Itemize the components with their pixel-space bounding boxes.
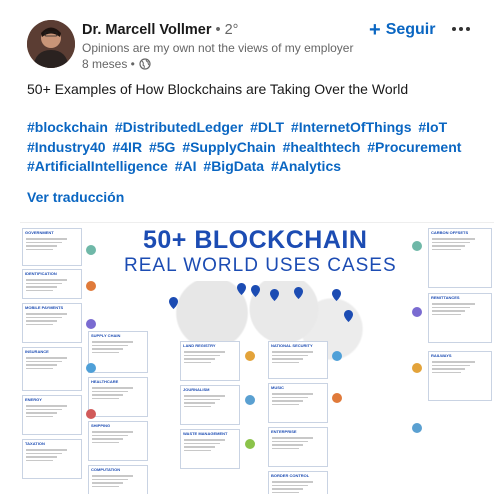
card-heading: REMITTANCES (431, 295, 460, 300)
hashtag-link[interactable]: #Procurement (367, 139, 461, 155)
card-heading: INSURANCE (25, 349, 49, 354)
hashtag-link[interactable]: #Industry40 (27, 139, 106, 155)
infographic-card: RAILWAYS (428, 351, 492, 401)
category-icon (332, 393, 342, 403)
card-heading: RAILWAYS (431, 353, 452, 358)
infographic-card: COMPUTATION (88, 465, 148, 494)
category-icon (86, 363, 96, 373)
card-heading: SHIPPING (91, 423, 111, 428)
infographic-card: SHIPPING (88, 421, 148, 461)
map-pin-icon (169, 297, 178, 309)
category-icon (412, 363, 422, 373)
hashtag-link[interactable]: #IoT (418, 119, 447, 135)
hashtag-link[interactable]: #SupplyChain (182, 139, 275, 155)
translate-link[interactable]: Ver traducción (27, 189, 124, 205)
author-avatar[interactable] (27, 20, 75, 68)
hashtag-link[interactable]: #4IR (112, 139, 142, 155)
map-pin-icon (270, 289, 279, 301)
map-pin-icon (294, 287, 303, 299)
hashtag-link[interactable]: #ArtificialIntelligence (27, 158, 168, 174)
infographic-card: IDENTIFICATION (22, 269, 82, 299)
category-icon (86, 281, 96, 291)
infographic-card: HEALTHCARE (88, 377, 148, 417)
follow-label: Seguir (385, 21, 436, 38)
category-icon (332, 351, 342, 361)
infographic-card: BORDER CONTROL (268, 471, 328, 494)
card-heading: ENERGY (25, 397, 42, 402)
card-heading: MOBILE PAYMENTS (25, 305, 64, 310)
infographic-card: JOURNALISM (180, 385, 240, 425)
card-heading: NATIONAL SECURITY (271, 343, 313, 348)
hashtag-link[interactable]: #blockchain (27, 119, 108, 135)
infographic-card: MUSIC (268, 383, 328, 423)
category-icon (245, 439, 255, 449)
map-pin-icon (332, 289, 341, 301)
follow-button[interactable]: + Seguir (369, 20, 435, 40)
card-heading: LAND REGISTRY (183, 343, 216, 348)
card-heading: ENTERPRISE (271, 429, 297, 434)
post-time: 8 meses • (82, 57, 135, 71)
infographic-card: ENERGY (22, 395, 82, 435)
hashtag-link[interactable]: #AI (175, 158, 197, 174)
hashtag-list: #blockchain #DistributedLedger #DLT #Int… (27, 118, 477, 177)
category-icon (86, 319, 96, 329)
infographic-card: INSURANCE (22, 347, 82, 391)
card-heading: JOURNALISM (183, 387, 210, 392)
infographic-card: CARBON OFFSETS (428, 228, 492, 288)
card-heading: SUPPLY CHAIN (91, 333, 121, 338)
hashtag-link[interactable]: #InternetOfThings (291, 119, 412, 135)
post-image[interactable]: 50+ BLOCKCHAIN REAL WORLD USES CASES GOV… (20, 222, 494, 494)
map-pin-icon (251, 285, 260, 297)
infographic-card: ENTERPRISE (268, 427, 328, 467)
card-heading: CARBON OFFSETS (431, 230, 469, 235)
author-headline: Opinions are my own not the views of my … (82, 41, 354, 55)
card-heading: BORDER CONTROL (271, 473, 310, 478)
category-icon (412, 423, 422, 433)
category-icon (86, 245, 96, 255)
hashtag-link[interactable]: #5G (149, 139, 175, 155)
card-heading: GOVERNMENT (25, 230, 54, 235)
infographic-card: MOBILE PAYMENTS (22, 303, 82, 343)
map-pin-icon (344, 310, 353, 322)
hashtag-link[interactable]: #healthtech (283, 139, 361, 155)
hashtag-link[interactable]: #BigData (203, 158, 264, 174)
hashtag-link[interactable]: #Analytics (271, 158, 341, 174)
author-name[interactable]: Dr. Marcell Vollmer • 2° (82, 22, 238, 38)
infographic-card: NATIONAL SECURITY (268, 341, 328, 379)
card-heading: IDENTIFICATION (25, 271, 57, 276)
infographic-card: WASTE MANAGEMENT (180, 429, 240, 469)
post-text: 50+ Examples of How Blockchains are Taki… (27, 80, 477, 99)
more-options-icon[interactable] (449, 19, 473, 39)
globe-icon (139, 58, 151, 70)
plus-icon: + (369, 19, 381, 41)
hashtag-link[interactable]: #DLT (250, 119, 284, 135)
infographic-title: 50+ BLOCKCHAIN (143, 226, 368, 254)
post-meta: 8 meses • (82, 57, 151, 71)
card-heading: MUSIC (271, 385, 284, 390)
post-title: 50+ Examples of How Blockchains are Taki… (27, 81, 409, 97)
infographic-card: TAXATION (22, 439, 82, 479)
infographic-card: GOVERNMENT (22, 228, 82, 266)
hashtag-link[interactable]: #DistributedLedger (115, 119, 243, 135)
connection-degree: • 2° (211, 22, 239, 38)
infographic-card: REMITTANCES (428, 293, 492, 343)
card-heading: TAXATION (25, 441, 45, 446)
category-icon (245, 351, 255, 361)
card-heading: HEALTHCARE (91, 379, 119, 384)
card-heading: COMPUTATION (91, 467, 121, 472)
category-icon (412, 307, 422, 317)
infographic-card: SUPPLY CHAIN (88, 331, 148, 373)
map-pin-icon (237, 283, 246, 295)
card-heading: WASTE MANAGEMENT (183, 431, 228, 436)
infographic-card: LAND REGISTRY (180, 341, 240, 381)
category-icon (86, 409, 96, 419)
linkedin-post: Dr. Marcell Vollmer • 2° Opinions are my… (0, 0, 494, 494)
category-icon (245, 395, 255, 405)
infographic-subtitle: REAL WORLD USES CASES (124, 255, 397, 276)
category-icon (412, 241, 422, 251)
